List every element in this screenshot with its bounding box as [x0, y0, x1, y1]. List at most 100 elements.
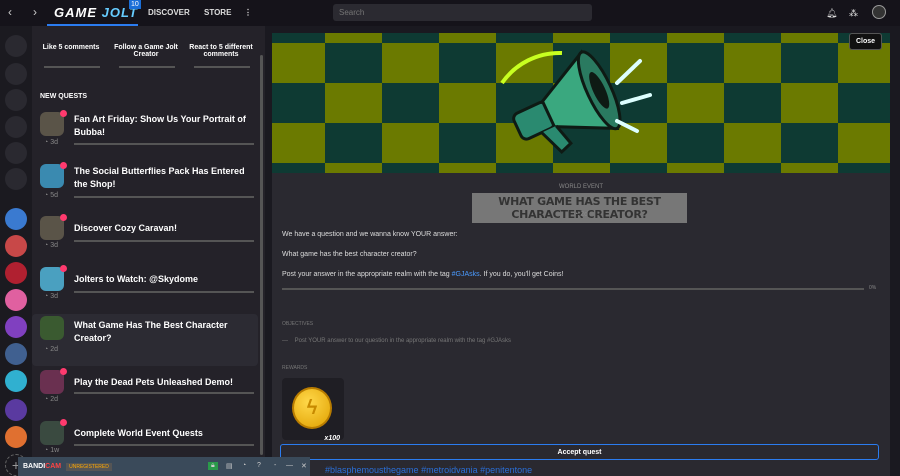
discover-link[interactable]: DISCOVER — [148, 8, 190, 17]
quest-age: ◔ 2d — [44, 346, 58, 353]
rail-icon-activity[interactable] — [5, 116, 27, 138]
quest-item[interactable]: Jolters to Watch: @Skydome ◔ 3d — [32, 265, 258, 317]
top-bar: ‹ › GAME JOLT 10 DISCOVER STORE ⋮ 🔔︎ ⁂ — [0, 0, 900, 26]
description-line-2: What game has the best character creator… — [282, 251, 417, 258]
quest-type: WORLD EVENT — [558, 184, 603, 190]
gjasks-tag-link[interactable]: #GJAsks — [452, 271, 480, 278]
rail-community-9[interactable] — [5, 426, 27, 448]
coin-icon: ϟ — [292, 387, 332, 429]
achievement-progress — [194, 66, 250, 68]
clock-icon[interactable]: ◔ — [242, 462, 246, 469]
achievement-item[interactable]: Like 5 comments — [36, 44, 106, 51]
quest-title: What Game Has The Best Character Creator… — [74, 320, 228, 343]
quest-title: Play the Dead Pets Unleashed Demo! — [74, 377, 234, 387]
minimize-icon[interactable]: - — [274, 462, 276, 469]
description-line-1: We have a question and we wanna know YOU… — [282, 231, 458, 238]
progress-percent: 0% — [869, 285, 877, 291]
quest-item[interactable]: Fan Art Friday: Show Us Your Portrait of… — [32, 110, 258, 162]
quest-progress — [74, 291, 254, 293]
logo-badge: 10 — [129, 0, 141, 9]
quest-age: ◔ 3d — [44, 242, 58, 249]
quest-title-heading: WHAT GAME HAS THE BEST CHARACTER CREATOR… — [472, 193, 687, 223]
new-dot — [60, 419, 67, 426]
bandicam-logo: BANDICAM — [23, 463, 62, 470]
quest-progress — [74, 444, 254, 446]
new-dot — [60, 162, 67, 169]
new-dot — [60, 214, 67, 221]
rail-community-3[interactable] — [5, 262, 27, 284]
quest-item[interactable]: Play the Dead Pets Unleashed Demo! ◔ 2d — [32, 368, 258, 420]
rail-community-7[interactable] — [5, 370, 27, 392]
network-icon[interactable]: ⁂ — [849, 8, 858, 19]
rail-icon-quests[interactable] — [5, 35, 27, 57]
quest-age: ◔ 3d — [44, 293, 58, 300]
quest-title: Discover Cozy Caravan! — [74, 223, 178, 233]
quest-age: ◔ 2d — [44, 396, 58, 403]
quest-header-image — [272, 33, 890, 173]
quest-progress — [74, 196, 254, 198]
help-icon[interactable]: ? — [257, 462, 261, 469]
logo-text: GAME — [54, 5, 97, 20]
quest-progress — [74, 392, 254, 394]
achievement-progress — [119, 66, 175, 68]
quest-age: ◔ 5d — [44, 192, 58, 199]
left-rail: + — [0, 26, 32, 476]
new-dot — [60, 110, 67, 117]
avatar[interactable] — [872, 5, 886, 19]
new-dot — [60, 368, 67, 375]
quest-title: Fan Art Friday: Show Us Your Portrait of… — [74, 114, 246, 137]
achievement-item[interactable]: React to 5 different comments — [186, 44, 256, 58]
quest-title: The Social Butterflies Pack Has Entered … — [74, 166, 245, 189]
quest-progress-bar — [282, 288, 864, 290]
quest-progress — [74, 240, 254, 242]
bandicam-overlay: BANDICAM UNREGISTERED 🔒︎ ▤ ◔ ? - — ✕ — [18, 457, 310, 476]
quest-title: Complete World Event Quests — [74, 428, 203, 438]
rail-icon-chat[interactable] — [5, 142, 27, 164]
quests-panel: Like 5 comments Follow a Game Jolt Creat… — [32, 26, 265, 476]
reward-quantity: x100 — [324, 435, 340, 442]
new-quests-heading: NEW QUESTS — [40, 93, 88, 100]
new-dot — [60, 265, 67, 272]
quest-thumbnail — [40, 316, 64, 340]
description-line-3: Post your answer in the appropriate real… — [282, 271, 564, 278]
back-icon[interactable]: ‹ — [8, 5, 12, 19]
rail-community-2[interactable] — [5, 235, 27, 257]
quest-age: ◔ 2d — [574, 211, 588, 218]
megaphone-icon — [500, 49, 652, 155]
achievement-item[interactable]: Follow a Game Jolt Creator — [111, 44, 181, 58]
bell-icon[interactable]: 🔔︎ — [826, 8, 837, 19]
folder-icon[interactable]: ▤ — [226, 462, 233, 470]
rewards-label: REWARDS — [282, 365, 308, 371]
reward-coins: ϟ x100 — [282, 378, 344, 442]
panel-scrollbar[interactable] — [260, 55, 263, 455]
rail-community-1[interactable] — [5, 208, 27, 230]
quest-progress — [74, 143, 254, 145]
background-tags: #blasphemousthegame #metroidvania #penit… — [325, 465, 533, 475]
more-icon[interactable]: ⋮ — [244, 8, 252, 17]
quest-age: ◔ 1w — [44, 447, 60, 454]
quest-item[interactable]: The Social Butterflies Pack Has Entered … — [32, 162, 258, 214]
rail-community-8[interactable] — [5, 399, 27, 421]
quest-item-selected[interactable]: What Game Has The Best Character Creator… — [32, 314, 258, 366]
rail-icon-store[interactable] — [5, 63, 27, 85]
achievement-progress — [44, 66, 100, 68]
forward-icon[interactable]: › — [33, 5, 37, 19]
rail-icon-library[interactable] — [5, 168, 27, 190]
quest-item[interactable]: Discover Cozy Caravan! ◔ 3d — [32, 214, 258, 266]
store-link[interactable]: STORE — [204, 8, 231, 17]
collapse-icon[interactable]: — — [286, 462, 293, 469]
rail-community-6[interactable] — [5, 343, 27, 365]
accept-quest-button[interactable]: Accept quest — [280, 444, 879, 460]
search-input[interactable] — [333, 4, 592, 21]
game-jolt-logo[interactable]: GAME JOLT — [54, 5, 138, 20]
quest-modal: Close WORLD EVENT WHAT GAME HAS THE BEST… — [272, 33, 890, 476]
rail-community-5[interactable] — [5, 316, 27, 338]
unregistered-badge: UNREGISTERED — [66, 462, 112, 471]
objective-item: — Post YOUR answer to our question in th… — [282, 338, 512, 344]
close-button[interactable]: Close — [848, 33, 882, 50]
rail-icon-inventory[interactable] — [5, 89, 27, 111]
quest-age: ◔ 3d — [44, 139, 58, 146]
close-icon[interactable]: ✕ — [301, 462, 307, 470]
rail-community-4[interactable] — [5, 289, 27, 311]
lock-icon[interactable]: 🔒︎ — [208, 462, 218, 470]
